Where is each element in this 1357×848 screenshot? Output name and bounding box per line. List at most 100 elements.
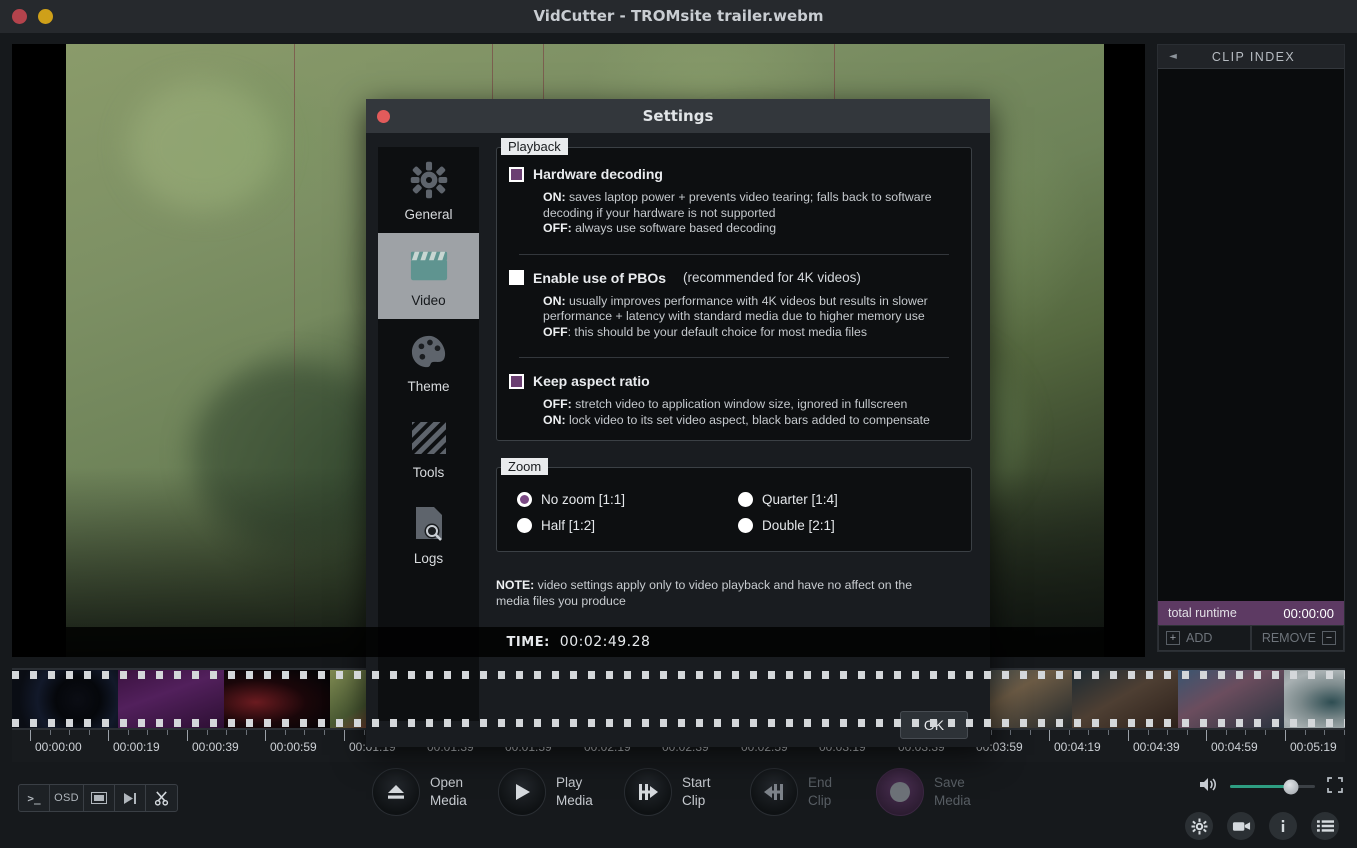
frame-step-icon[interactable] xyxy=(115,785,146,811)
kar-on-text: lock video to its set video aspect, blac… xyxy=(565,412,930,427)
pbo-option[interactable]: Enable use of PBOs (recommended for 4K v… xyxy=(509,270,959,286)
plus-icon: + xyxy=(1166,631,1180,645)
open-media-line2: Media xyxy=(430,793,467,808)
info-icon[interactable] xyxy=(1269,812,1297,840)
volume-control-row xyxy=(1199,776,1343,797)
save-media-button[interactable]: Save Media xyxy=(876,768,1002,816)
half-radio[interactable] xyxy=(517,518,532,533)
save-media-line1: Save xyxy=(934,775,965,790)
media-actions: Open Media Play Media Start Clip End Cli… xyxy=(372,768,1002,816)
start-clip-button[interactable]: Start Clip xyxy=(624,768,750,816)
console-icon[interactable]: >_ xyxy=(19,785,50,811)
ruler-label: 00:05:19 xyxy=(1290,740,1337,754)
total-runtime-bar: total runtime 00:00:00 xyxy=(1158,601,1344,625)
clip-index-panel: ◄ CLIP INDEX total runtime 00:00:00 + AD… xyxy=(1157,44,1345,652)
clip-index-buttons: + ADD REMOVE − xyxy=(1158,625,1344,651)
gear-icon[interactable] xyxy=(1185,812,1213,840)
hw-off-text: always use software based decoding xyxy=(571,221,777,235)
ruler-label: 00:00:00 xyxy=(35,740,82,754)
pbo-off-text: : this should be your default choice for… xyxy=(567,324,867,339)
hardware-decoding-checkbox[interactable] xyxy=(509,166,524,182)
ruler-tick-minor xyxy=(1226,730,1227,735)
clip-start-icon xyxy=(624,768,672,816)
play-media-button[interactable]: Play Media xyxy=(498,768,624,816)
clapperboard-icon xyxy=(409,245,449,287)
ruler-tick-major xyxy=(1285,730,1286,741)
save-media-label: Save Media xyxy=(934,774,971,810)
camera-icon[interactable] xyxy=(1227,812,1255,840)
sidebar-item-theme[interactable]: Theme xyxy=(378,319,479,405)
fullscreen-icon[interactable] xyxy=(1327,776,1343,797)
play-media-line2: Media xyxy=(556,793,593,808)
ruler-tick-major xyxy=(1049,730,1050,741)
ruler-tick-minor xyxy=(1148,730,1149,735)
ruler-tick-minor xyxy=(1010,730,1011,735)
ruler-tick-minor xyxy=(1265,730,1266,735)
no-zoom-radio[interactable] xyxy=(517,492,532,507)
start-clip-line1: Start xyxy=(682,775,711,790)
volume-handle[interactable] xyxy=(1283,779,1299,794)
quarter-radio[interactable] xyxy=(738,492,753,507)
clip-index-list[interactable] xyxy=(1158,69,1344,601)
clip-index-title: CLIP INDEX xyxy=(1211,49,1296,64)
open-media-button[interactable]: Open Media xyxy=(372,768,498,816)
zoom-option-no-zoom[interactable]: No zoom [1:1] xyxy=(517,492,738,507)
speaker-icon[interactable] xyxy=(1199,776,1218,797)
list-icon[interactable] xyxy=(1311,812,1339,840)
add-clip-label: ADD xyxy=(1186,631,1213,645)
sidebar-item-tools[interactable]: Tools xyxy=(378,405,479,491)
filmstrip-perforation-bottom xyxy=(12,719,1345,727)
clip-end-icon xyxy=(750,768,798,816)
ruler-tick-major xyxy=(108,730,109,741)
sidebar-item-video[interactable]: Video xyxy=(378,233,479,319)
keep-aspect-ratio-checkbox[interactable] xyxy=(509,373,524,389)
keep-aspect-ratio-description: OFF: stretch video to application window… xyxy=(543,397,959,428)
kar-on-strong: ON: xyxy=(543,412,566,427)
note-strong: NOTE: xyxy=(496,578,535,592)
zoom-group-legend: Zoom xyxy=(501,458,549,475)
scissors-icon[interactable] xyxy=(146,785,177,811)
ruler-tick-major xyxy=(265,730,266,741)
ruler-tick-minor xyxy=(1030,730,1031,735)
volume-slider[interactable] xyxy=(1230,779,1315,794)
osd-icon[interactable]: OSD xyxy=(50,785,84,811)
play-media-line1: Play xyxy=(556,775,583,790)
mini-toolbar: >_ OSD xyxy=(18,784,178,812)
hardware-decoding-label: Hardware decoding xyxy=(533,166,663,182)
ruler-tick-minor xyxy=(304,730,305,735)
clip-index-header: ◄ CLIP INDEX xyxy=(1158,45,1344,69)
hardware-decoding-description: ON: saves laptop power + prevents video … xyxy=(543,190,959,237)
sidebar-item-logs[interactable]: Logs xyxy=(378,491,479,577)
ruler-tick-minor xyxy=(1167,730,1168,735)
sidebar-item-general[interactable]: General xyxy=(378,147,479,233)
remove-clip-label: REMOVE xyxy=(1261,631,1316,645)
sidebar-item-label: Logs xyxy=(413,550,444,566)
double-label: Double [2:1] xyxy=(762,518,835,533)
thumbnail-icon[interactable] xyxy=(84,785,115,811)
settings-dialog-titlebar: Settings xyxy=(366,99,990,133)
time-label: TIME: xyxy=(506,634,550,650)
zoom-option-half[interactable]: Half [1:2] xyxy=(517,518,738,533)
keep-aspect-ratio-label: Keep aspect ratio xyxy=(533,373,650,389)
hardware-decoding-option[interactable]: Hardware decoding xyxy=(509,166,959,182)
note-text: video settings apply only to video playb… xyxy=(496,578,913,608)
play-media-label: Play Media xyxy=(556,774,593,810)
hw-on-strong: ON: xyxy=(543,190,566,204)
double-radio[interactable] xyxy=(738,518,753,533)
pbo-checkbox[interactable] xyxy=(509,270,524,285)
ruler-tick-minor xyxy=(1245,730,1246,735)
ruler-tick-minor xyxy=(50,730,51,735)
playback-group: Playback Hardware decoding ON: saves lap… xyxy=(496,138,972,441)
divider xyxy=(519,253,949,255)
ruler-label: 00:04:39 xyxy=(1133,740,1180,754)
left-triangle-icon[interactable]: ◄ xyxy=(1163,51,1183,62)
ruler-tick-minor xyxy=(1108,730,1109,735)
keep-aspect-ratio-option[interactable]: Keep aspect ratio xyxy=(509,373,959,389)
pbo-description: ON: usually improves performance with 4K… xyxy=(543,294,959,341)
zoom-option-double[interactable]: Double [2:1] xyxy=(738,518,959,533)
add-clip-button[interactable]: + ADD xyxy=(1158,625,1251,651)
remove-clip-button[interactable]: REMOVE − xyxy=(1251,625,1344,651)
end-clip-button[interactable]: End Clip xyxy=(750,768,876,816)
ruler-label: 00:04:19 xyxy=(1054,740,1101,754)
zoom-option-quarter[interactable]: Quarter [1:4] xyxy=(738,492,959,507)
